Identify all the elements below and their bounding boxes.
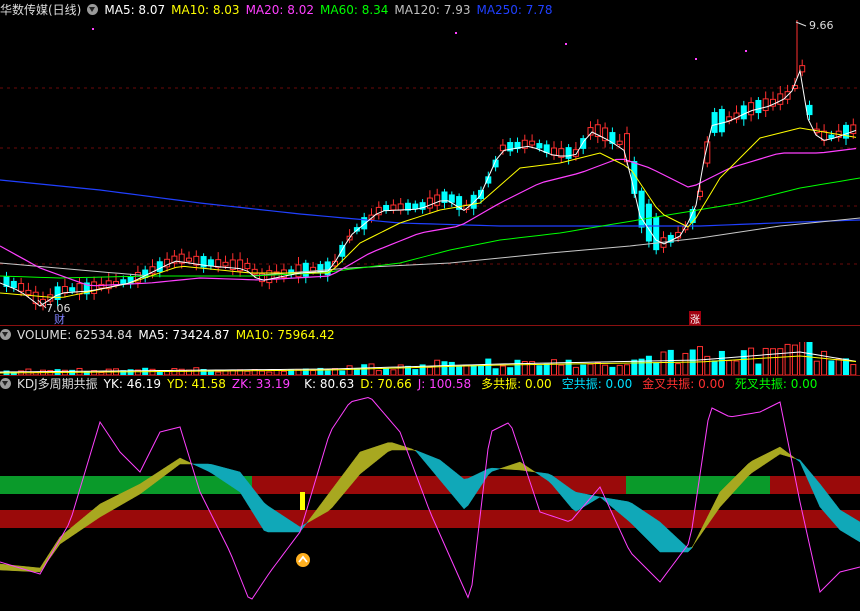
volume-ma5-label: MA5: 73424.87 bbox=[138, 328, 230, 342]
chart-title[interactable]: 华数传媒(日线) bbox=[0, 3, 81, 17]
d-label: D: 70.66 bbox=[360, 377, 412, 391]
yd-label: YD: 41.58 bbox=[167, 377, 226, 391]
settings-dropdown-icon[interactable] bbox=[87, 4, 99, 15]
ma5-line bbox=[0, 69, 857, 307]
volume-label: VOLUME: 62534.84 bbox=[17, 328, 133, 342]
k-label: K: 80.63 bbox=[304, 377, 355, 391]
ma60-label: MA60: 8.34 bbox=[320, 3, 389, 17]
ma10-line bbox=[0, 127, 857, 299]
candlesticks bbox=[3, 20, 857, 311]
volume-bars bbox=[3, 342, 857, 376]
ma10-label: MA10: 8.03 bbox=[171, 3, 240, 17]
death-cross-label: 死叉共振: 0.00 bbox=[734, 377, 818, 391]
high-price-label: 9.66 bbox=[809, 19, 834, 32]
kdj-settings-icon[interactable] bbox=[0, 378, 11, 389]
price-grid bbox=[0, 87, 860, 265]
yk-label: YK: 46.19 bbox=[103, 377, 162, 391]
buy-signal-icon[interactable] bbox=[296, 553, 310, 567]
limit-up-marker[interactable]: 涨 bbox=[689, 311, 701, 326]
volume-chart[interactable] bbox=[0, 342, 860, 376]
golden-cross-label: 金叉共振: 0.00 bbox=[642, 377, 725, 391]
ma250-label: MA250: 7.78 bbox=[476, 3, 553, 17]
kd-ribbon bbox=[0, 442, 860, 573]
ma120-line bbox=[0, 217, 860, 277]
ma120-label: MA120: 7.93 bbox=[394, 3, 471, 17]
ma20-label: MA20: 8.02 bbox=[245, 3, 314, 17]
ma5-label: MA5: 8.07 bbox=[104, 3, 166, 17]
ma20-line bbox=[0, 147, 857, 287]
price-header: 华数传媒(日线) MA5: 8.07 MA10: 8.03 MA20: 8.02 MA6… bbox=[0, 2, 559, 18]
kdj-chart[interactable] bbox=[0, 392, 860, 611]
bear-resonance-label: 空共振: 0.00 bbox=[561, 377, 633, 391]
zk-label: ZK: 33.19 bbox=[231, 377, 291, 391]
volume-settings-icon[interactable] bbox=[0, 329, 11, 340]
volume-ma10-label: MA10: 75964.42 bbox=[235, 328, 335, 342]
bull-resonance-label: 多共振: 0.00 bbox=[481, 377, 552, 391]
j-label: J: 100.58 bbox=[417, 377, 472, 391]
kdj-title: KDJ多周期共振 bbox=[17, 377, 98, 391]
kdj-header: KDJ多周期共振 YK: 46.19 YD: 41.58 ZK: 33.19 K: 80… bbox=[0, 376, 823, 392]
price-chart[interactable] bbox=[0, 18, 860, 325]
volume-header: VOLUME: 62534.84 MA5: 73424.87 MA10: 75964… bbox=[0, 327, 341, 343]
signal-marker bbox=[300, 492, 305, 510]
panel-divider bbox=[0, 325, 860, 326]
